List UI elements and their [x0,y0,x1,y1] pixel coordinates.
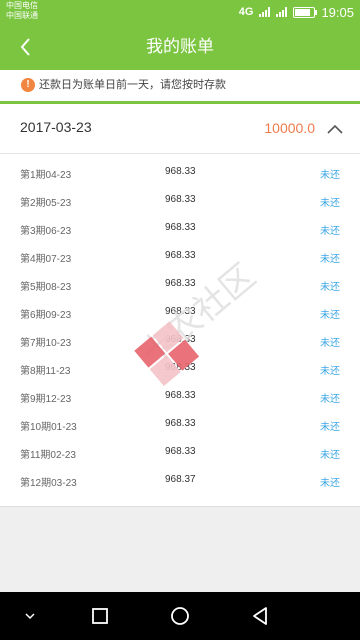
installment-row[interactable]: 第3期06-23 968.33 未还 [0,216,360,244]
installment-status: 未还 [320,338,340,349]
installment-row[interactable]: 第5期08-23 968.33 未还 [0,272,360,300]
installment-amount: 968.33 [165,194,196,205]
installment-status: 未还 [320,254,340,265]
battery-icon [293,6,318,18]
clock: 19:05 [321,4,354,20]
installment-period: 第11期02-23 [20,450,76,461]
installment-amount: 968.33 [165,306,196,317]
status-icons: 4G 19:05 [239,3,354,21]
installment-period: 第5期08-23 [20,282,72,293]
installment-row[interactable]: 第8期11-23 968.33 未还 [0,356,360,384]
bill-date: 2017-03-23 [20,119,92,135]
installment-status: 未还 [320,422,340,433]
installment-period: 第1期04-23 [20,170,72,181]
carrier-name-2: 中国联通 [6,11,38,20]
installment-row[interactable]: 第4期07-23 968.33 未还 [0,244,360,272]
installment-row[interactable]: 第11期02-23 968.33 未还 [0,440,360,468]
network-type: 4G [238,6,254,18]
installment-row[interactable]: 第2期05-23 968.33 未还 [0,188,360,216]
info-icon: ! [21,78,35,92]
installment-amount: 968.33 [165,278,196,289]
installment-row[interactable]: 第9期12-23 968.33 未还 [0,384,360,412]
signal-2-icon [276,7,288,17]
signal-icon [259,7,271,17]
installment-row[interactable]: 第6期09-23 968.33 未还 [0,300,360,328]
installment-status: 未还 [320,282,340,293]
carrier-info: 中国电信 中国联通 [6,1,38,21]
bill-summary[interactable]: 2017-03-23 10000.0 [0,104,360,154]
installment-amount: 968.33 [165,250,196,261]
installment-status: 未还 [320,310,340,321]
square-recent-icon[interactable] [88,604,112,628]
status-bar: 中国电信 中国联通 4G 19:05 [0,0,360,24]
notice-text: 还款日为账单日前一天，请您按时存款 [39,79,226,91]
installment-row[interactable]: 第1期04-23 968.33 未还 [0,160,360,188]
bill-amount: 10000.0 [264,120,315,136]
installment-status: 未还 [320,198,340,209]
installment-period: 第10期01-23 [20,422,77,433]
chevron-down-icon[interactable] [18,604,42,628]
installment-status: 未还 [320,450,340,461]
installment-amount: 968.33 [165,390,196,401]
installment-period: 第12期03-23 [20,478,77,489]
carrier-name-1: 中国电信 [6,1,38,10]
installment-amount: 968.37 [165,474,196,485]
battery-level [295,8,310,16]
installment-amount: 968.33 [165,446,196,457]
app-header: 我的账单 [0,24,360,70]
installment-amount: 968.33 [165,362,196,373]
installment-period: 第4期07-23 [20,254,72,265]
installment-amount: 968.33 [165,222,196,233]
installment-period: 第9期12-23 [20,394,72,405]
chevron-up-icon [327,124,343,134]
triangle-back-icon[interactable] [248,604,272,628]
installment-status: 未还 [320,170,340,181]
installment-period: 第7期10-23 [20,338,72,349]
page-title: 我的账单 [146,37,214,56]
installment-row[interactable]: 第7期10-23 968.33 未还 [0,328,360,356]
system-navigation-bar [0,592,360,640]
installment-amount: 968.33 [165,418,196,429]
installment-period: 第2期05-23 [20,198,72,209]
installment-status: 未还 [320,226,340,237]
installment-status: 未还 [320,478,340,489]
installment-list: 第1期04-23 968.33 未还 第2期05-23 968.33 未还 第3期06-23… [0,154,360,507]
installment-period: 第8期11-23 [20,366,71,377]
collapse-button[interactable] [324,118,346,140]
installment-row[interactable]: 第12期03-23 968.37 未还 [0,468,360,496]
installment-status: 未还 [320,394,340,405]
installment-amount: 968.33 [165,334,196,345]
installment-period: 第6期09-23 [20,310,72,321]
installment-row[interactable]: 第10期01-23 968.33 未还 [0,412,360,440]
installment-amount: 968.33 [165,166,196,177]
installment-status: 未还 [320,366,340,377]
installment-period: 第3期06-23 [20,226,72,237]
circle-home-icon[interactable] [168,604,192,628]
repayment-notice: ! 还款日为账单日前一天，请您按时存款 [0,70,360,104]
